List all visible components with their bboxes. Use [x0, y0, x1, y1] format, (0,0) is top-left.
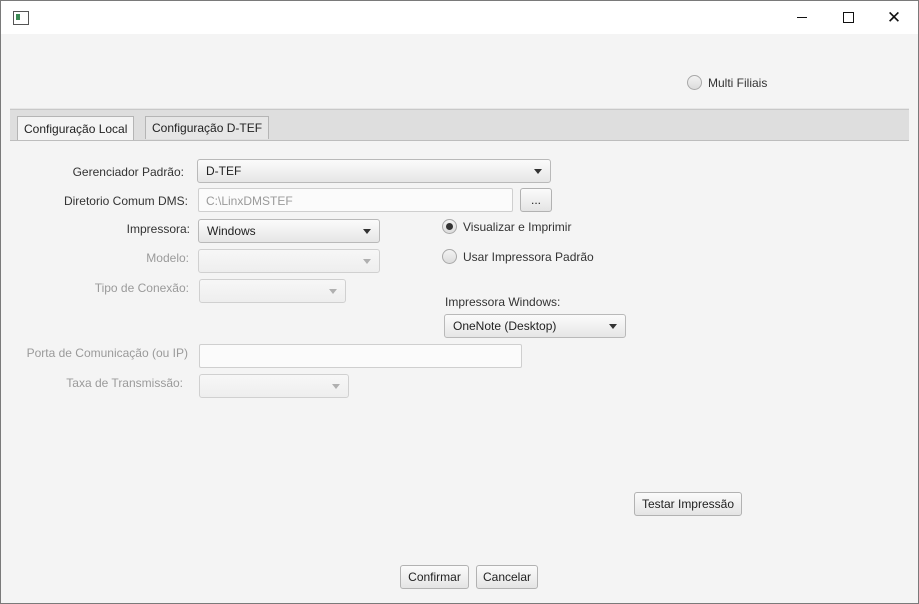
- radio-indicator: [442, 219, 457, 234]
- porta-field[interactable]: [199, 344, 522, 368]
- multi-filiais-radio[interactable]: Multi Filiais: [687, 75, 767, 90]
- diretorio-field[interactable]: C:\LinxDMSTEF: [198, 188, 513, 212]
- modelo-select[interactable]: [198, 249, 380, 273]
- chevron-down-icon: [534, 169, 542, 174]
- close-button[interactable]: ✕: [871, 1, 917, 34]
- tab-label: Configuração D-TEF: [152, 121, 263, 135]
- app-icon: [13, 11, 29, 25]
- tab-configuracao-dtef[interactable]: Configuração D-TEF: [145, 116, 270, 139]
- impressora-select[interactable]: Windows: [198, 219, 380, 243]
- maximize-button[interactable]: [825, 1, 871, 34]
- usar-impressora-padrao-label: Usar Impressora Padrão: [463, 249, 594, 264]
- close-icon: ✕: [886, 7, 902, 28]
- minimize-icon: [797, 17, 807, 18]
- chevron-down-icon: [329, 289, 337, 294]
- tab-configuracao-local[interactable]: Configuração Local: [17, 116, 135, 140]
- diretorio-label: Diretorio Comum DMS:: [63, 194, 188, 208]
- multi-filiais-label: Multi Filiais: [708, 75, 768, 90]
- impressora-windows-select[interactable]: OneNote (Desktop): [444, 314, 626, 338]
- maximize-icon: [842, 12, 854, 23]
- chevron-down-icon: [363, 229, 371, 234]
- radio-indicator: [442, 249, 457, 264]
- visualizar-imprimir-label: Visualizar e Imprimir: [463, 219, 572, 234]
- main-window: ✕ Multi Filiais Configuração Local Confi…: [0, 0, 919, 604]
- tab-strip: Configuração Local Configuração D-TEF: [10, 109, 909, 141]
- chevron-down-icon: [609, 324, 617, 329]
- gerenciador-label: Gerenciador Padrão:: [72, 165, 184, 179]
- chevron-down-icon: [363, 259, 371, 264]
- tipo-conexao-label: Tipo de Conexão:: [94, 281, 189, 295]
- impressora-value: Windows: [207, 224, 256, 238]
- porta-label: Porta de Comunicação (ou IP): [26, 346, 188, 360]
- usar-impressora-padrao-radio[interactable]: Usar Impressora Padrão: [442, 249, 594, 264]
- title-bar: ✕: [1, 1, 918, 34]
- chevron-down-icon: [332, 384, 340, 389]
- impressora-label: Impressora:: [126, 222, 190, 236]
- radio-indicator: [687, 75, 702, 90]
- gerenciador-value: D-TEF: [206, 164, 242, 178]
- testar-impressao-button[interactable]: Testar Impressão: [634, 492, 742, 516]
- visualizar-imprimir-radio[interactable]: Visualizar e Imprimir: [442, 219, 571, 234]
- confirmar-button[interactable]: Confirmar: [400, 565, 469, 589]
- tab-label: Configuração Local: [24, 121, 128, 136]
- taxa-select[interactable]: [199, 374, 349, 398]
- modelo-label: Modelo:: [146, 251, 189, 265]
- impressora-windows-value: OneNote (Desktop): [453, 319, 557, 333]
- diretorio-value: C:\LinxDMSTEF: [206, 194, 293, 208]
- taxa-label: Taxa de Transmissão:: [66, 376, 183, 390]
- browse-button[interactable]: ...: [520, 188, 552, 212]
- impressora-windows-label: Impressora Windows:: [445, 295, 561, 309]
- gerenciador-select[interactable]: D-TEF: [197, 159, 551, 183]
- tipo-conexao-select[interactable]: [199, 279, 346, 303]
- cancelar-button[interactable]: Cancelar: [476, 565, 538, 589]
- minimize-button[interactable]: [779, 1, 825, 34]
